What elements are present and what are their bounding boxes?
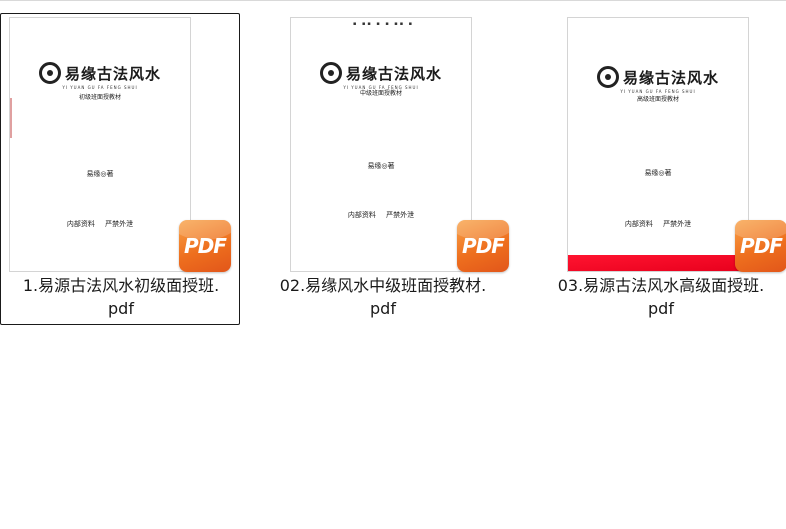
cover-logo-text: 易缘古法风水	[345, 64, 442, 83]
cover-subtitle: 高级班面授教材	[636, 96, 679, 103]
file-name-line-2: pdf	[648, 299, 674, 318]
pdf-thumbnail: 易缘古法风水 YI YUAN GU FA FENG SHUI 高级班面授教材 易…	[567, 17, 749, 272]
pdf-badge-label: PDF	[740, 234, 783, 258]
yin-yang-logo-icon	[596, 66, 619, 88]
cover-author: 易缘◎著	[644, 169, 672, 177]
cover-red-strip	[568, 255, 748, 271]
file-grid: 易缘古法风水 YI YUAN GU FA FENG SHUI 初级班面授教材 易…	[0, 0, 786, 529]
file-name-line-1: 1.易源古法风水初级面授班.	[22, 276, 220, 295]
file-name-line-2: pdf	[370, 299, 396, 318]
cover-subtitle: 初级班面授教材	[78, 94, 121, 101]
cover-logo: 易缘古法风水	[291, 62, 471, 84]
cover-author: 易缘◎著	[367, 162, 395, 170]
cover-logo-text: 易缘古法风水	[64, 64, 161, 83]
page-speck: ▪ ▪▪ ▪ ▪ ▪▪ ▪	[353, 21, 415, 27]
pdf-file-icon: PDF	[457, 220, 509, 272]
file-name-line-2: pdf	[108, 299, 134, 318]
cover-internal-note: 内部资料 严禁外泄	[66, 220, 134, 228]
pdf-thumbnail: 易缘古法风水 YI YUAN GU FA FENG SHUI 初级班面授教材 易…	[9, 17, 191, 272]
file-name-label[interactable]: 03.易源古法风水高级面授班. pdf	[541, 274, 781, 320]
file-item-2[interactable]: ▪ ▪▪ ▪ ▪ ▪▪ ▪ 易缘古法风水 YI YUAN GU FA FENG …	[262, 13, 509, 325]
pdf-badge-label: PDF	[462, 234, 505, 258]
file-name-line-1: 02.易缘风水中级班面授教材.	[279, 276, 487, 295]
file-name-label[interactable]: 1.易源古法风水初级面授班. pdf	[1, 274, 241, 320]
cover-subtitle: 中级班面授教材	[359, 90, 402, 97]
cover-author: 易缘◎著	[86, 170, 114, 178]
file-item-1[interactable]: 易缘古法风水 YI YUAN GU FA FENG SHUI 初级班面授教材 易…	[0, 13, 240, 325]
pdf-badge-label: PDF	[184, 234, 227, 258]
file-name-label[interactable]: 02.易缘风水中级班面授教材. pdf	[263, 274, 503, 320]
cover-logo: 易缘古法风水	[10, 62, 190, 84]
file-name-line-1: 03.易源古法风水高级面授班.	[557, 276, 765, 295]
pdf-file-icon: PDF	[735, 220, 786, 272]
cover-logo-text: 易缘古法风水	[622, 68, 719, 87]
page-edge-mark	[10, 98, 12, 138]
yin-yang-logo-icon	[38, 62, 61, 84]
yin-yang-logo-icon	[319, 62, 342, 84]
cover-logo: 易缘古法风水	[568, 66, 748, 88]
file-item-3[interactable]: 易缘古法风水 YI YUAN GU FA FENG SHUI 高级班面授教材 易…	[540, 13, 786, 325]
cover-internal-note: 内部资料 严禁外泄	[347, 211, 415, 219]
cover-logo-subtext: YI YUAN GU FA FENG SHUI	[62, 85, 138, 90]
pdf-file-icon: PDF	[179, 220, 231, 272]
cover-internal-note: 内部资料 严禁外泄	[624, 220, 692, 228]
pdf-thumbnail: ▪ ▪▪ ▪ ▪ ▪▪ ▪ 易缘古法风水 YI YUAN GU FA FENG …	[290, 17, 472, 272]
